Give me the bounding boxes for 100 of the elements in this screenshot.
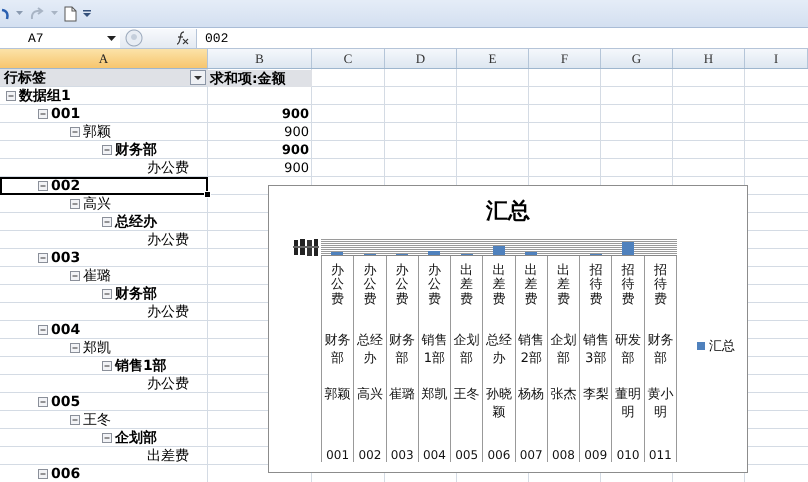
column-header[interactable]: E (457, 49, 529, 68)
axis-label: 出差费 (492, 264, 506, 309)
row-label[interactable]: 办公费 (147, 231, 189, 249)
axis-label: 出差费 (556, 264, 570, 309)
axis-label: 郑凯 (420, 386, 448, 404)
column-header[interactable]: D (385, 49, 457, 68)
column-header[interactable]: B (208, 49, 312, 68)
collapse-icon[interactable] (38, 109, 48, 119)
column-header[interactable]: A (0, 49, 208, 68)
axis-label: 006 (488, 448, 510, 462)
fill-handle[interactable] (204, 191, 211, 198)
row-label[interactable]: 王冬 (83, 411, 111, 429)
collapse-icon[interactable] (102, 289, 112, 299)
collapse-icon[interactable] (102, 433, 112, 443)
row-label[interactable]: 销售1部 (115, 357, 167, 375)
axis-label: 招待费 (589, 264, 602, 309)
bar (525, 252, 538, 255)
insert-function-icon[interactable] (174, 31, 190, 45)
axis-label: 研发部 (614, 332, 642, 368)
row-label[interactable]: 办公费 (147, 303, 189, 321)
collapse-icon[interactable] (70, 199, 80, 209)
column-header[interactable]: C (312, 49, 385, 68)
chart-area[interactable]: 汇总 办公费 财务部 郭颖 001 办公费 总经办 高兴 002 办公费 财务部 崔璐 003 办公费 销售1部 郑凯 004 出差费 企划部 王冬 005 出差费 总经办 孙晓颖 006 出差费 销售2部 杨杨 007 出差费 企划部 张杰 008 招待费 销售3部 李梨 009 招待费 研发部 董明明 010 招待费 财务部 黄小明 011 汇总 (268, 185, 748, 473)
row-label[interactable]: 郑凯 (83, 339, 111, 357)
axis-label: 009 (584, 448, 608, 462)
axis-label: 董明明 (614, 386, 642, 422)
collapse-icon[interactable] (38, 181, 48, 191)
new-document-icon[interactable] (64, 6, 77, 22)
row-label[interactable]: 办公费 (147, 375, 189, 393)
axis-label: 王冬 (452, 386, 481, 404)
axis-label: 005 (455, 448, 478, 462)
values-header: 求和项:金额 (208, 70, 312, 86)
row-label[interactable]: 财务部 (115, 141, 157, 159)
filter-dropdown-icon[interactable] (190, 70, 206, 85)
row-label[interactable]: 004 (51, 322, 80, 338)
collapse-icon[interactable] (38, 325, 48, 335)
row-labels-header: 行标签 (4, 68, 46, 86)
chart-title: 汇总 (486, 197, 530, 225)
collapse-icon[interactable] (6, 91, 16, 101)
axis-label: 出差费 (460, 264, 474, 309)
value-cell: 900 (282, 106, 309, 122)
axis-label: 销售1部 (420, 332, 448, 368)
row-label[interactable]: 003 (51, 250, 80, 266)
collapse-icon[interactable] (70, 415, 80, 425)
collapse-icon[interactable] (102, 145, 112, 155)
axis-label: 销售3部 (582, 332, 610, 368)
column-header[interactable]: I (745, 49, 808, 68)
row-label[interactable]: 005 (51, 394, 80, 410)
axis-label: 002 (358, 448, 382, 462)
collapse-icon[interactable] (38, 469, 48, 479)
axis-label: 财务部 (324, 332, 352, 368)
row-label[interactable]: 006 (51, 466, 80, 482)
row-label[interactable]: 企划部 (115, 429, 157, 447)
name-box[interactable]: A7 (0, 28, 120, 48)
formula-field[interactable]: 002 (196, 28, 808, 48)
row-label[interactable]: 出差费 (147, 447, 189, 465)
row-label[interactable]: 数据组1 (19, 87, 71, 105)
axis-label: 招待费 (654, 264, 667, 309)
row-label[interactable]: 001 (51, 106, 80, 122)
bar (428, 251, 440, 255)
axis-label: 办公费 (331, 264, 344, 309)
axis-label: 企划部 (452, 332, 481, 368)
row-label[interactable]: 总经办 (115, 213, 157, 231)
row-label[interactable]: 财务部 (115, 285, 157, 303)
axis-label: 财务部 (646, 332, 674, 368)
round-handle-icon[interactable] (124, 29, 144, 47)
bar (622, 242, 634, 255)
row-label[interactable]: 高兴 (83, 195, 111, 213)
collapse-icon[interactable] (102, 361, 112, 371)
collapse-icon[interactable] (102, 217, 112, 227)
axis-label: 008 (552, 448, 575, 462)
overlapping-labels-drawing (293, 238, 319, 258)
row-label[interactable]: 郭颖 (83, 123, 111, 141)
collapse-icon[interactable] (38, 253, 48, 263)
undo-icon[interactable] (0, 6, 10, 20)
axis-label: 杨杨 (517, 386, 546, 404)
column-header[interactable]: H (673, 49, 745, 68)
collapse-icon[interactable] (38, 397, 48, 407)
row-label[interactable]: 002 (51, 178, 80, 194)
collapse-icon[interactable] (70, 271, 80, 281)
axis-label: 办公费 (428, 264, 441, 309)
collapse-icon[interactable] (70, 127, 80, 137)
axis-label: 004 (422, 448, 446, 462)
axis-label: 张杰 (549, 386, 578, 404)
axis-label: 郭颖 (324, 386, 352, 404)
row-label[interactable]: 崔璐 (83, 267, 111, 285)
bar (331, 252, 344, 255)
axis-label: 001 (326, 448, 350, 462)
axis-label: 办公费 (396, 264, 409, 309)
axis-label: 出差费 (524, 264, 538, 309)
column-header[interactable]: F (529, 49, 601, 68)
row-label[interactable]: 办公费 (147, 159, 189, 177)
axis-label: 黄小明 (646, 386, 674, 422)
collapse-icon[interactable] (70, 343, 80, 353)
axis-label: 总经办 (356, 332, 384, 368)
column-header[interactable]: G (601, 49, 673, 68)
caret-icon[interactable] (107, 36, 116, 40)
customize-icon[interactable] (83, 10, 91, 17)
value-cell: 900 (282, 142, 309, 158)
axis-label: 总经办 (484, 332, 513, 368)
